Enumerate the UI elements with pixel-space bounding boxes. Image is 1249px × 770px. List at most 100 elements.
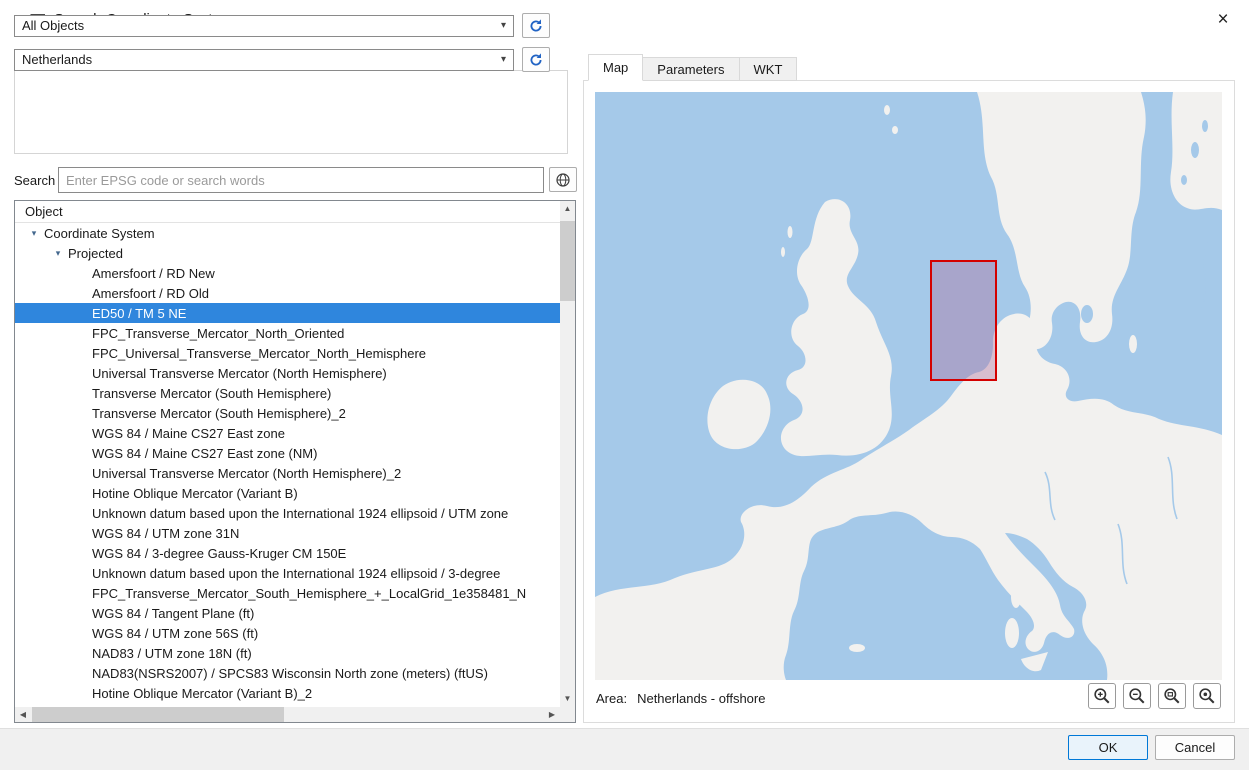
- object-filter-dropdown[interactable]: All Objects ▾: [14, 15, 514, 37]
- coordinate-system-tree: Object ▾ Coordinate System ▾ Projected A…: [14, 200, 576, 723]
- tree-node-label: Projected: [68, 246, 123, 261]
- tree-item[interactable]: Unknown datum based upon the Internation…: [15, 503, 560, 523]
- tree-item-label: FPC_Transverse_Mercator_South_Hemisphere…: [92, 586, 526, 601]
- area-value: Netherlands - offshore: [637, 691, 765, 706]
- region-filter-value: Netherlands: [22, 52, 92, 67]
- tree-item[interactable]: WGS 84 / UTM zone 31N: [15, 523, 560, 543]
- tree-item-label: Amersfoort / RD New: [92, 266, 215, 281]
- globe-icon: [555, 172, 571, 188]
- tree-item-label: Transverse Mercator (South Hemisphere): [92, 386, 331, 401]
- tree-item-label: WGS 84 / UTM zone 56S (ft): [92, 626, 258, 641]
- map-tab-page: Area: Netherlands - offshore: [583, 80, 1235, 723]
- tree-item[interactable]: WGS 84 / Maine CS27 East zone (NM): [15, 443, 560, 463]
- reset-object-filter-button[interactable]: [522, 13, 550, 38]
- zoom-window-icon: [1163, 687, 1181, 705]
- tree-item[interactable]: Amersfoort / RD New: [15, 263, 560, 283]
- tree-item[interactable]: WGS 84 / Tangent Plane (ft): [15, 603, 560, 623]
- land-island: [1034, 377, 1042, 385]
- tab-map[interactable]: Map: [588, 54, 643, 81]
- tree-item-label: WGS 84 / UTM zone 31N: [92, 526, 239, 541]
- tree-node-label: Coordinate System: [44, 226, 155, 241]
- chevron-down-icon: ▾: [501, 20, 506, 31]
- land-island: [1005, 618, 1019, 648]
- tree-item-label: NAD83 / UTM zone 18N (ft): [92, 646, 252, 661]
- reset-icon: [528, 52, 544, 68]
- area-label: Area:: [596, 691, 627, 706]
- tree-item[interactable]: Universal Transverse Mercator (North Hem…: [15, 463, 560, 483]
- tab-bar: Map Parameters WKT: [588, 54, 796, 81]
- tree-item[interactable]: NAD83(NSRS2007) / SPCS83 Wisconsin North…: [15, 663, 560, 683]
- tree-item[interactable]: Universal Transverse Mercator (North Hem…: [15, 363, 560, 383]
- area-row: Area: Netherlands - offshore: [596, 691, 765, 706]
- tree-item[interactable]: Hotine Oblique Mercator (Variant B)_2: [15, 683, 560, 703]
- tree-item[interactable]: FPC_Transverse_Mercator_South_Hemisphere…: [15, 583, 560, 603]
- globe-search-button[interactable]: [549, 167, 577, 192]
- cancel-button[interactable]: Cancel: [1155, 735, 1235, 760]
- tree-node-coordinate-system[interactable]: ▾ Coordinate System: [15, 223, 560, 243]
- map-svg: [595, 92, 1222, 680]
- close-button[interactable]: ×: [1211, 8, 1235, 32]
- tree-item-label: Universal Transverse Mercator (North Hem…: [92, 366, 387, 381]
- search-input[interactable]: [58, 167, 544, 193]
- zoom-out-button[interactable]: [1123, 683, 1151, 709]
- tree-item[interactable]: Hotine Oblique Mercator (Variant B): [15, 483, 560, 503]
- tree-item[interactable]: WGS 84 / 3-degree Gauss-Kruger CM 150E: [15, 543, 560, 563]
- reset-region-filter-button[interactable]: [522, 47, 550, 72]
- tree-column-header[interactable]: Object: [15, 201, 560, 223]
- ok-button[interactable]: OK: [1068, 735, 1148, 760]
- tab-parameters[interactable]: Parameters: [642, 57, 739, 81]
- land-island: [884, 105, 890, 115]
- dialog-footer: OK Cancel: [0, 728, 1249, 770]
- close-icon: ×: [1217, 9, 1228, 30]
- tree-item[interactable]: WGS 84 / Maine CS27 East zone: [15, 423, 560, 443]
- scroll-left-icon[interactable]: ◀: [15, 707, 31, 722]
- land-island: [1129, 335, 1137, 353]
- tree-item-label: WGS 84 / Maine CS27 East zone: [92, 426, 285, 441]
- map-view[interactable]: [595, 92, 1222, 680]
- tree-item-label: ED50 / TM 5 NE: [92, 306, 186, 321]
- horizontal-scrollbar[interactable]: ◀ ▶: [15, 707, 560, 722]
- tree-item-label: Universal Transverse Mercator (North Hem…: [92, 466, 401, 481]
- tree-node-projected[interactable]: ▾ Projected: [15, 243, 560, 263]
- land-island: [892, 126, 898, 134]
- tree-item[interactable]: WGS 84 / UTM zone 56S (ft): [15, 623, 560, 643]
- scroll-right-icon[interactable]: ▶: [544, 707, 560, 722]
- scroll-down-icon[interactable]: ▼: [560, 691, 575, 707]
- tree-item-label: WGS 84 / Tangent Plane (ft): [92, 606, 254, 621]
- tree-item[interactable]: FPC_Universal_Transverse_Mercator_North_…: [15, 343, 560, 363]
- tree-item[interactable]: Transverse Mercator (South Hemisphere)_2: [15, 403, 560, 423]
- reset-icon: [528, 18, 544, 34]
- zoom-extents-button[interactable]: [1193, 683, 1221, 709]
- zoom-window-button[interactable]: [1158, 683, 1186, 709]
- scrollbar-corner: [560, 707, 575, 722]
- search-label: Search: [14, 173, 55, 188]
- tree-item-label: FPC_Universal_Transverse_Mercator_North_…: [92, 346, 426, 361]
- tree-item[interactable]: Unknown datum based upon the Internation…: [15, 563, 560, 583]
- land-island: [849, 644, 865, 652]
- vertical-scroll-thumb[interactable]: [560, 221, 575, 301]
- filtering-groupbox: [14, 70, 568, 154]
- land-island: [1043, 372, 1057, 384]
- tree-item[interactable]: NAD83 / UTM zone 18N (ft): [15, 643, 560, 663]
- tree-item[interactable]: Transverse Mercator (South Hemisphere): [15, 383, 560, 403]
- tree-item-label: Hotine Oblique Mercator (Variant B): [92, 486, 298, 501]
- tree-item[interactable]: FPC_Transverse_Mercator_North_Oriented: [15, 323, 560, 343]
- tree-item-label: NAD83(NSRS2007) / SPCS83 Wisconsin North…: [92, 666, 488, 681]
- tree-item-selected[interactable]: ED50 / TM 5 NE: [15, 303, 560, 323]
- tree-item-label: Transverse Mercator (South Hemisphere)_2: [92, 406, 346, 421]
- tree-rows: ▾ Coordinate System ▾ Projected Amersfoo…: [15, 223, 560, 707]
- zoom-in-button[interactable]: [1088, 683, 1116, 709]
- scroll-up-icon[interactable]: ▲: [560, 201, 575, 217]
- region-filter-dropdown[interactable]: Netherlands ▾: [14, 49, 514, 71]
- tree-item-label: FPC_Transverse_Mercator_North_Oriented: [92, 326, 344, 341]
- object-filter-value: All Objects: [22, 18, 84, 33]
- vertical-scrollbar[interactable]: ▲ ▼: [560, 201, 575, 707]
- expand-arrow-icon[interactable]: ▾: [27, 228, 41, 239]
- tab-wkt[interactable]: WKT: [739, 57, 798, 81]
- tree-item-label: Unknown datum based upon the Internation…: [92, 506, 508, 521]
- expand-arrow-icon[interactable]: ▾: [51, 248, 65, 259]
- zoom-extents-icon: [1198, 687, 1216, 705]
- tree-item[interactable]: Amersfoort / RD Old: [15, 283, 560, 303]
- horizontal-scroll-thumb[interactable]: [32, 707, 284, 722]
- zoom-toolbar: [1088, 683, 1221, 709]
